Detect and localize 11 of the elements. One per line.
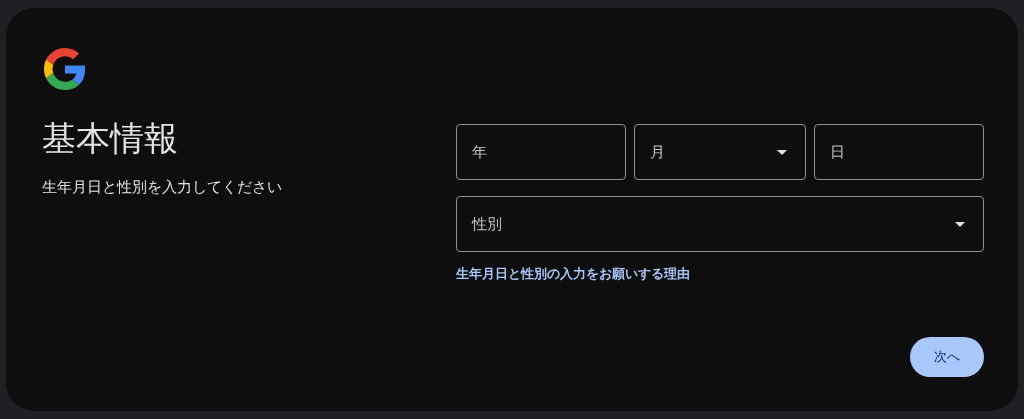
help-link[interactable]: 生年月日と性別の入力をお願いする理由 [456, 264, 690, 284]
text-field[interactable]: 日 [814, 124, 984, 180]
dropdown-caret-icon [777, 149, 788, 155]
page-title: 基本情報 [42, 117, 178, 160]
dropdown-field[interactable]: 月 [633, 124, 807, 180]
text-field[interactable]: 年 [456, 124, 626, 180]
dropdown-caret-icon [955, 221, 965, 227]
next-button[interactable]: 次へ [910, 337, 984, 377]
logo-icon [44, 48, 86, 90]
dropdown-field[interactable]: 性別 [456, 196, 984, 252]
page-subtitle: 生年月日と性別を入力してください [42, 177, 282, 198]
